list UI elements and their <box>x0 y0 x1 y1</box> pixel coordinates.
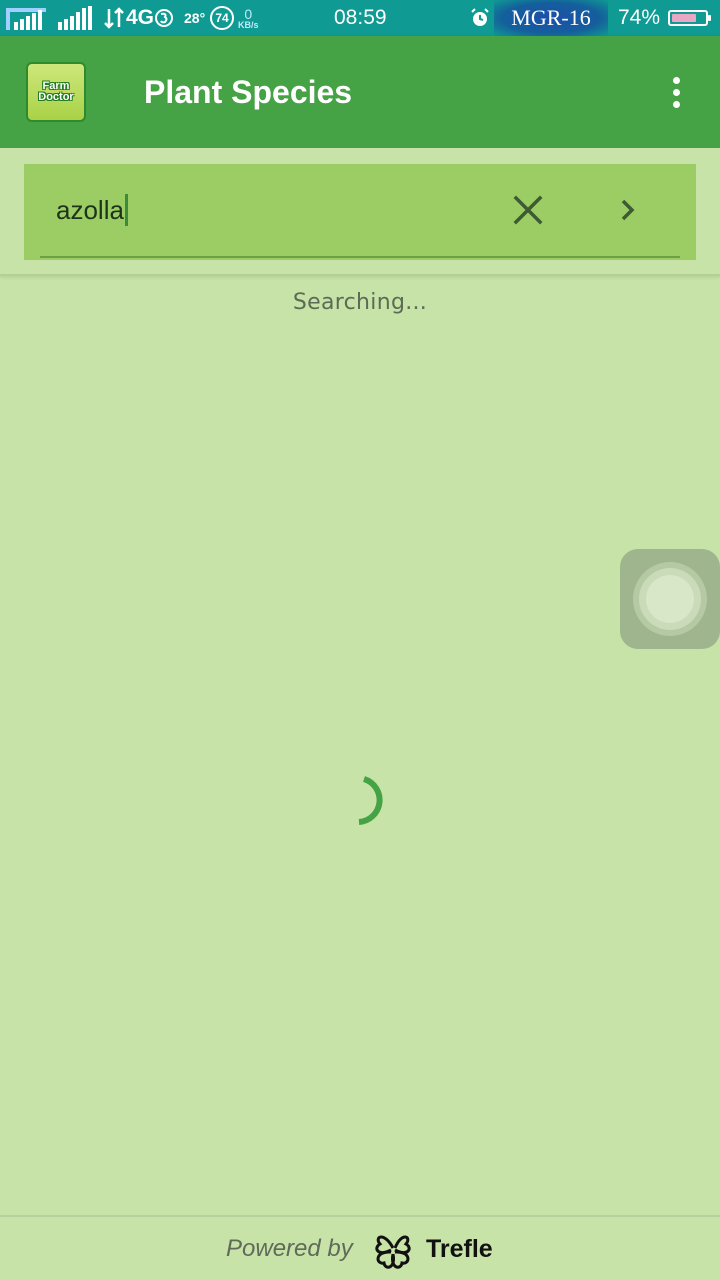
close-icon <box>513 195 543 225</box>
page-title: Plant Species <box>144 74 353 110</box>
speed-unit: KB/s <box>238 19 259 30</box>
submit-search-button[interactable] <box>608 190 648 230</box>
trefle-brand-name: Trefle <box>426 1235 493 1263</box>
network-speed: 0 KB/s <box>238 0 259 36</box>
aqi-badge: 74 <box>210 0 234 36</box>
sim-three-icon <box>155 9 174 27</box>
text-caret <box>124 194 128 226</box>
speed-value: 0 <box>244 5 253 22</box>
more-options-button[interactable] <box>656 72 696 112</box>
app-bar: Farm Doctor Plant Species <box>0 36 720 148</box>
more-vert-icon <box>672 76 680 84</box>
footer: Powered by Trefle <box>0 1215 720 1280</box>
loading-spinner <box>358 776 383 825</box>
clock: 08:59 <box>334 6 387 29</box>
clear-search-button[interactable] <box>508 190 548 230</box>
search-field-container: azolla <box>24 164 696 260</box>
aqi-value: 74 <box>210 6 234 30</box>
status-bar: 4G 28° 74 0 KB/s 08:59 MGR-16 74% <box>0 0 720 36</box>
battery-fill <box>672 14 696 22</box>
temperature: 28° <box>184 10 206 26</box>
carrier-label: MGR-16 <box>494 0 608 36</box>
alarm-icon <box>470 0 490 36</box>
logo-text-line2: Doctor <box>38 91 74 103</box>
chevron-right-icon <box>621 199 635 221</box>
powered-by-label: Powered by <box>226 1235 353 1262</box>
search-input-value: azolla <box>56 195 124 225</box>
search-underline <box>40 256 680 258</box>
battery-percent: 74% <box>618 6 661 29</box>
trefle-icon <box>375 1235 411 1269</box>
search-bar: azolla <box>0 148 720 276</box>
data-arrows-icon <box>104 7 124 29</box>
sim2-signal-icon <box>58 0 92 36</box>
battery-icon <box>668 0 711 36</box>
search-input[interactable]: azolla <box>56 190 128 230</box>
assistive-touch-button[interactable] <box>620 549 720 649</box>
sim1-signal-icon <box>6 0 46 36</box>
app-logo: Farm Doctor <box>26 62 86 122</box>
network-type: 4G <box>104 0 174 36</box>
search-status-text: Searching... <box>292 290 428 315</box>
